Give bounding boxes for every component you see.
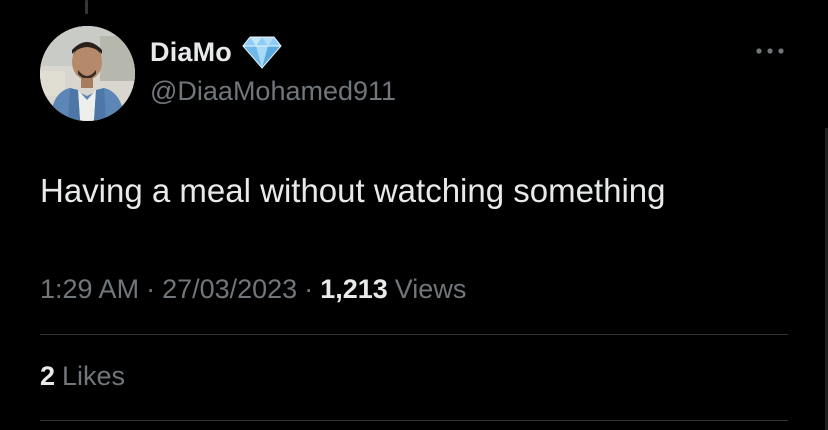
tweet-time[interactable]: 1:29 AM <box>40 274 139 305</box>
tweet-text: Having a meal without watching something <box>40 172 666 209</box>
tweet-meta: 1:29 AM · 27/03/2023 · 1,213 Views <box>40 274 466 305</box>
tweet-date[interactable]: 27/03/2023 <box>162 274 297 305</box>
likes-link[interactable]: 2 Likes <box>40 361 125 392</box>
divider <box>40 420 788 421</box>
tweet-detail: DiaMo @DiaaMohamed911 Having a meal with… <box>0 0 828 430</box>
diamond-icon <box>242 35 282 69</box>
likes-count[interactable]: 2 <box>40 361 55 392</box>
author-handle[interactable]: @DiaaMohamed911 <box>150 76 396 107</box>
meta-separator: · <box>146 274 156 304</box>
author-name-row[interactable]: DiaMo <box>150 34 282 70</box>
avatar[interactable] <box>40 26 135 121</box>
views-label[interactable]: Views <box>395 274 467 305</box>
thread-connector-line <box>85 0 88 14</box>
avatar-image <box>40 26 135 121</box>
meta-separator: · <box>304 274 314 304</box>
more-icon[interactable] <box>754 41 786 61</box>
views-count[interactable]: 1,213 <box>320 274 388 305</box>
divider <box>40 334 788 335</box>
author-display-name[interactable]: DiaMo <box>150 37 232 68</box>
likes-label[interactable]: Likes <box>62 361 125 392</box>
